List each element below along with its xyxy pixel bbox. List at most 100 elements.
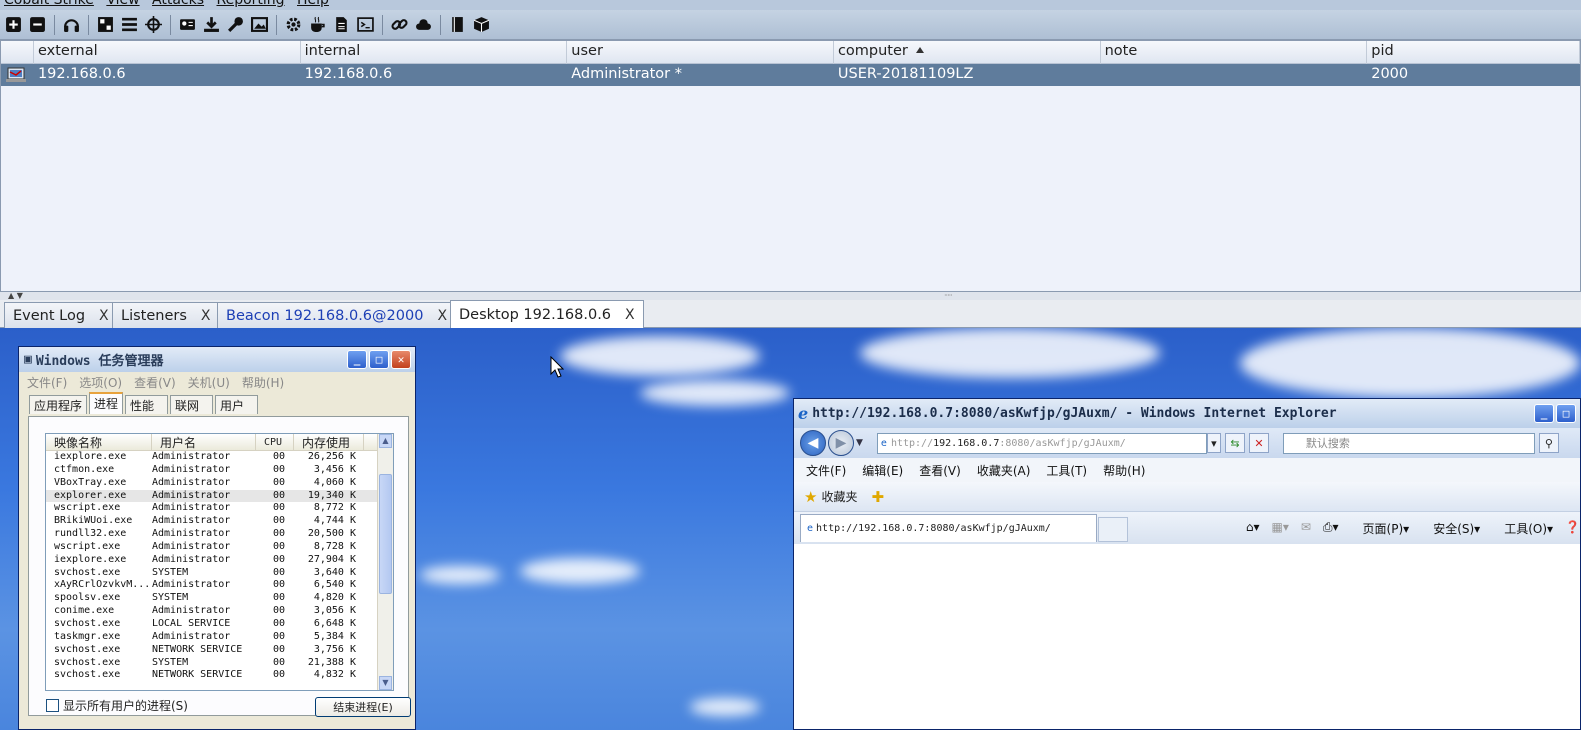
tab-processes[interactable]: 进程 (89, 392, 124, 414)
menu-options[interactable]: 选项(O) (79, 374, 122, 391)
show-all-users-checkbox[interactable]: 显示所有用户的进程(S) (46, 697, 188, 714)
ie-tab[interactable]: e http://192.168.0.7:8080/asKwfjp/gJAuxm… (800, 514, 1097, 542)
list-item[interactable]: iexplore.exe Administrator 00 27,904 K (46, 554, 393, 567)
menu-view[interactable]: View (106, 0, 139, 8)
settings-icon[interactable] (283, 14, 304, 35)
menu-reporting[interactable]: Reporting (216, 0, 284, 8)
search-input[interactable]: 默认搜索 (1282, 432, 1535, 454)
minimize-button[interactable]: _ (347, 350, 367, 369)
list-item[interactable]: conime.exe Administrator 00 3,056 K (46, 605, 393, 618)
column-header-user[interactable]: user (567, 41, 834, 64)
menu-cobalt-strike[interactable]: Cobalt Strike (4, 0, 94, 8)
close-icon[interactable]: X (437, 308, 447, 324)
end-process-button[interactable]: 结束进程(E) (315, 697, 411, 717)
menu-help[interactable]: Help (297, 0, 329, 8)
address-dropdown-icon[interactable]: ▾ (1206, 433, 1221, 453)
close-button[interactable]: ✕ (391, 350, 411, 369)
menu-view[interactable]: 查看(V) (134, 374, 176, 391)
menu-shutdown[interactable]: 关机(U) (188, 374, 230, 391)
menu-file[interactable]: 文件(F) (806, 462, 846, 479)
refresh-icon[interactable]: ⇆ (1224, 433, 1245, 453)
screenshots-icon[interactable] (249, 14, 270, 35)
column-header-external[interactable]: external (34, 41, 301, 64)
column-memory[interactable]: 内存使用 (294, 434, 364, 450)
list-item[interactable]: ctfmon.exe Administrator 00 3,456 K (46, 464, 393, 477)
tab-applications[interactable]: 应用程序 (29, 395, 88, 414)
package-icon[interactable] (471, 14, 492, 35)
list-item[interactable]: wscript.exe Administrator 00 8,772 K (46, 502, 393, 515)
forward-icon[interactable]: ▶ (828, 430, 854, 456)
table-row[interactable]: 192.168.0.6 192.168.0.6 Administrator * … (1, 64, 1580, 86)
tab-users[interactable]: 用户 (215, 395, 259, 414)
maximize-button[interactable]: □ (369, 350, 389, 369)
disconnect-icon[interactable] (27, 14, 48, 35)
scroll-thumb[interactable] (379, 474, 392, 594)
splitter-arrows-icon[interactable]: ▲ ▼ (8, 291, 23, 300)
targets-icon[interactable] (143, 14, 164, 35)
favorites-button[interactable]: 收藏夹 (821, 488, 857, 505)
safety-menu[interactable]: 安全(S)▾ (1421, 520, 1480, 537)
list-item[interactable]: svchost.exe SYSTEM 00 3,640 K (46, 567, 393, 580)
close-icon[interactable]: X (201, 308, 211, 324)
task-manager-titlebar[interactable]: ▣ Windows 任务管理器 _ □ ✕ (19, 347, 415, 372)
pane-splitter[interactable]: ▲ ▼ ····· (0, 291, 1581, 300)
list-item[interactable]: wscript.exe Administrator 00 8,728 K (46, 541, 393, 554)
menu-edit[interactable]: 编辑(E) (862, 462, 903, 479)
tab-listeners[interactable]: Listeners X (112, 302, 220, 328)
list-item[interactable]: rundll32.exe Administrator 00 20,500 K (46, 528, 393, 541)
scroll-up-icon[interactable]: ▲ (379, 434, 392, 448)
column-header-note[interactable]: note (1101, 41, 1368, 64)
page-menu[interactable]: 页面(P)▾ (1351, 520, 1410, 537)
print-icon[interactable]: ⎙▾ (1323, 520, 1339, 537)
list-item[interactable]: xAyRCrlOzvkvM... Administrator 00 6,540 K (46, 579, 393, 592)
favorites-star-icon[interactable]: ★ (804, 488, 817, 506)
ie-titlebar[interactable]: e http://192.168.0.7:8080/asKwfjp/gJAuxm… (794, 399, 1580, 428)
tab-desktop[interactable]: Desktop 192.168.0.6 X (450, 300, 644, 329)
keystrokes-icon[interactable] (225, 14, 246, 35)
new-tab-button[interactable] (1098, 517, 1128, 542)
list-item[interactable]: taskmgr.exe Administrator 00 5,384 K (46, 631, 393, 644)
menu-attacks[interactable]: Attacks (152, 0, 204, 8)
stop-icon[interactable]: ✕ (1248, 433, 1269, 453)
history-dropdown-icon[interactable]: ▼ (856, 438, 863, 448)
list-item[interactable]: svchost.exe SYSTEM 00 21,388 K (46, 657, 393, 670)
close-icon[interactable]: X (99, 308, 109, 324)
list-item[interactable]: iexplore.exe Administrator 00 26,256 K (46, 451, 393, 464)
home-icon[interactable]: ⌂▾ (1246, 520, 1260, 537)
link-icon[interactable] (389, 14, 410, 35)
tools-menu[interactable]: 工具(O)▾ (1492, 520, 1553, 537)
console-icon[interactable] (355, 14, 376, 35)
checkbox-box[interactable] (46, 699, 59, 712)
column-header-internal[interactable]: internal (301, 41, 568, 64)
tab-networking[interactable]: 联网 (170, 395, 214, 414)
menu-view[interactable]: 查看(V) (919, 462, 961, 479)
list-item[interactable]: VBoxTray.exe Administrator 00 4,060 K (46, 477, 393, 490)
list-item[interactable]: svchost.exe LOCAL SERVICE 00 6,648 K (46, 618, 393, 631)
pivot-graph-icon[interactable] (95, 14, 116, 35)
close-icon[interactable]: X (625, 307, 635, 323)
maximize-button[interactable]: □ (1556, 404, 1576, 423)
listeners-icon[interactable] (61, 14, 82, 35)
list-item[interactable]: spoolsv.exe SYSTEM 00 4,820 K (46, 592, 393, 605)
tab-performance[interactable]: 性能 (125, 395, 169, 414)
tab-event-log[interactable]: Event Log X (4, 302, 118, 328)
book-icon[interactable] (447, 14, 468, 35)
column-user-name[interactable]: 用户名 (152, 434, 256, 450)
address-input[interactable]: e http://192.168.0.7:8080/asKwfjp/gJAuxm… (876, 432, 1207, 454)
scrollbar[interactable]: ▲ ▼ (377, 434, 393, 690)
tab-beacon[interactable]: Beacon 192.168.0.6@2000 X (217, 302, 457, 328)
column-cpu[interactable]: CPU (256, 434, 294, 450)
java-payload-icon[interactable] (307, 14, 328, 35)
minimize-button[interactable]: _ (1534, 404, 1554, 423)
column-header-computer[interactable]: computer (834, 41, 1101, 64)
cloud-icon[interactable] (413, 14, 434, 35)
menu-tools[interactable]: 工具(T) (1046, 462, 1087, 479)
feeds-icon[interactable]: ▦▾ (1271, 520, 1288, 537)
list-item[interactable]: explorer.exe Administrator 00 19,340 K (46, 489, 393, 503)
mail-icon[interactable]: ✉ (1301, 520, 1311, 537)
manual-icon[interactable] (331, 14, 352, 35)
column-header-pid[interactable]: pid (1367, 41, 1580, 64)
menu-help[interactable]: 帮助(H) (1103, 462, 1145, 479)
list-item[interactable]: BRikiWUoi.exe Administrator 00 4,744 K (46, 515, 393, 528)
menu-file[interactable]: 文件(F) (27, 374, 67, 391)
